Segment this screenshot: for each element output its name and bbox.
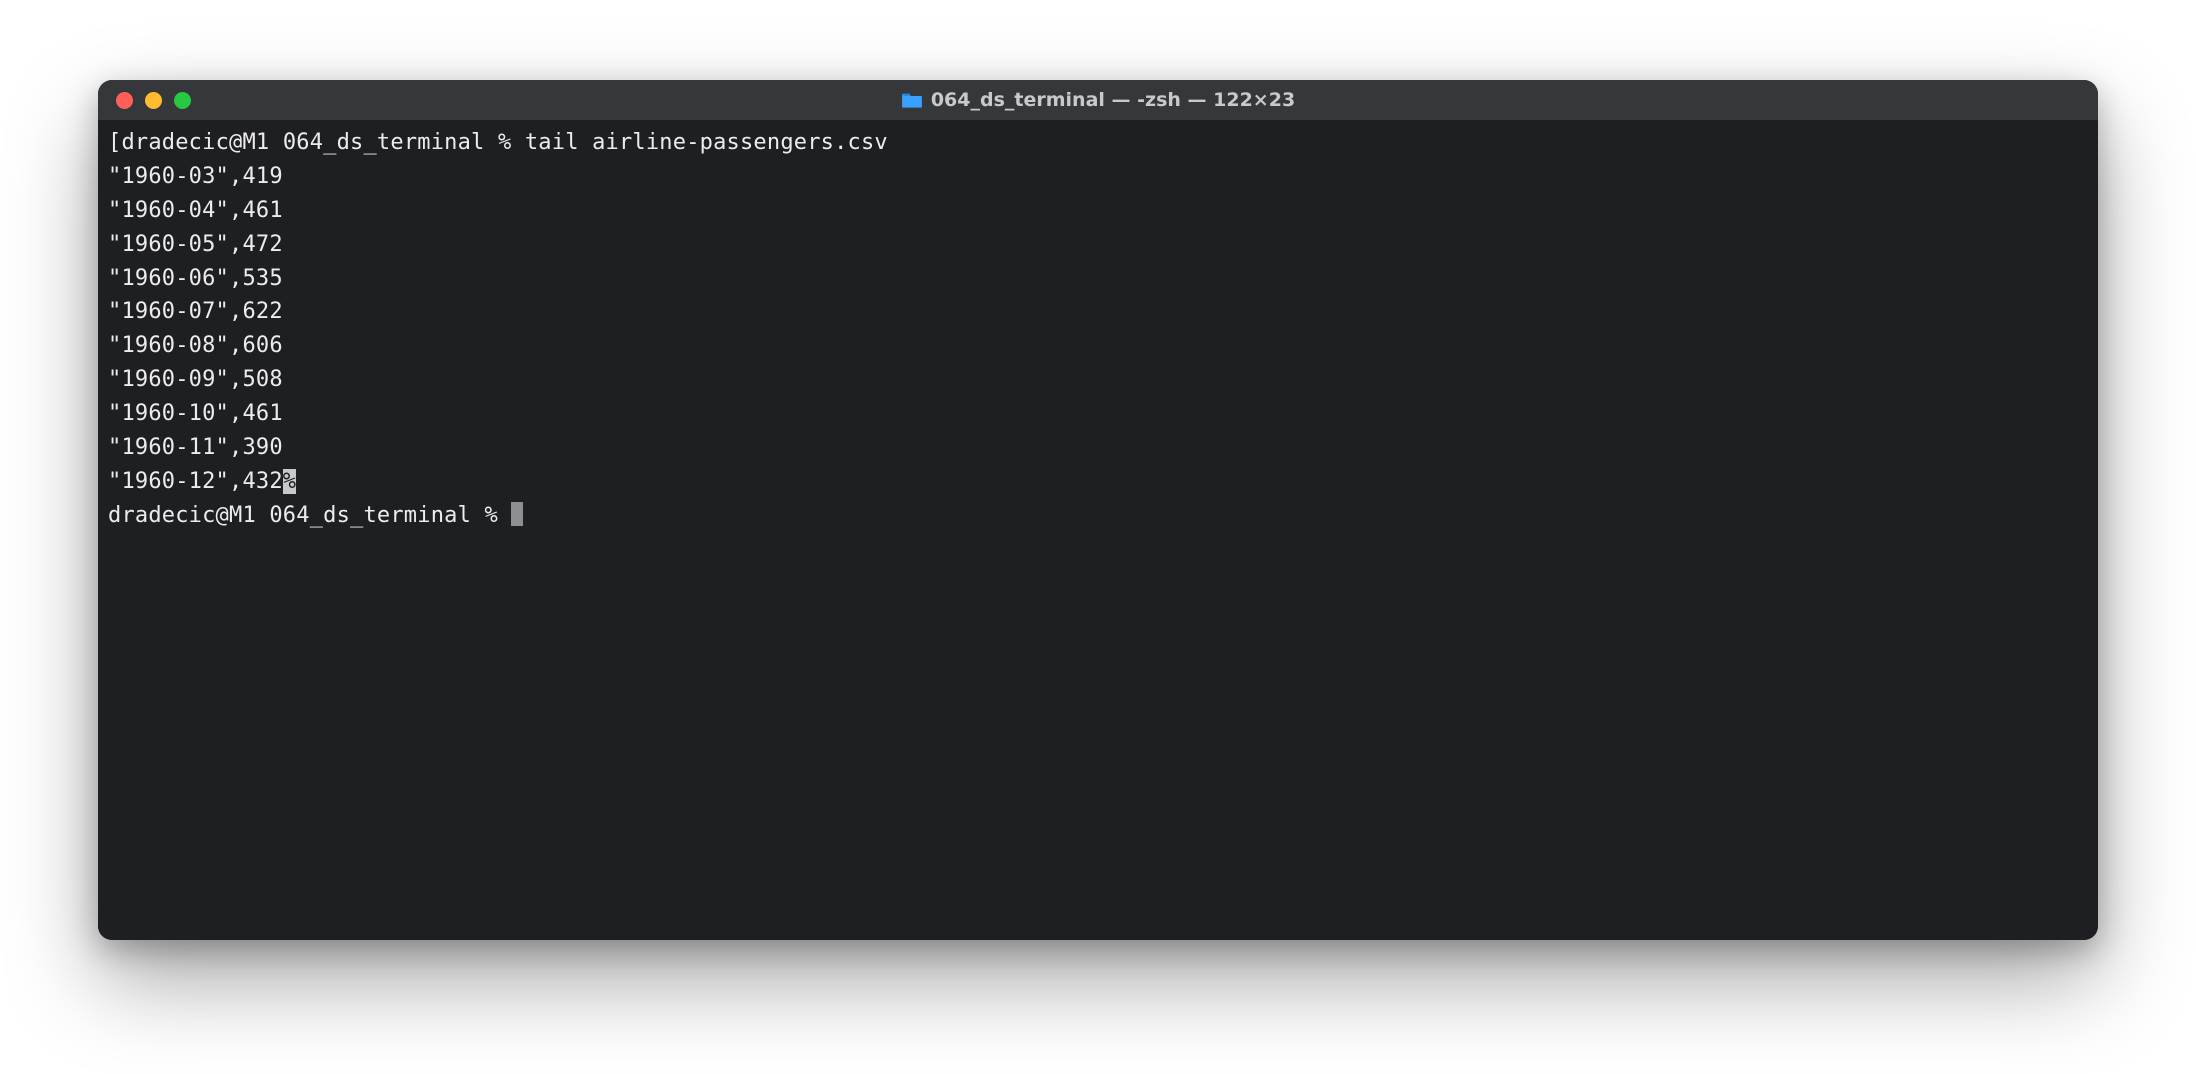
prompt-cwd: 064_ds_terminal <box>269 503 471 528</box>
titlebar[interactable]: 064_ds_terminal — -zsh — 122×23 <box>98 80 2098 120</box>
output-line: "1960-10",461 <box>108 401 283 426</box>
terminal-window: 064_ds_terminal — -zsh — 122×23 [dradeci… <box>98 80 2098 940</box>
output-line: "1960-04",461 <box>108 198 283 223</box>
prompt-symbol: % <box>498 130 511 155</box>
output-line: "1960-11",390 <box>108 435 283 460</box>
prompt-line-1: [dradecic@M1 064_ds_terminal % tail airl… <box>108 130 888 155</box>
output-line: "1960-09",508 <box>108 367 283 392</box>
last-output-text: "1960-12",432 <box>108 469 283 494</box>
command-text: tail airline-passengers.csv <box>525 130 888 155</box>
output-line-last: "1960-12",432% <box>108 469 296 494</box>
output-line: "1960-05",472 <box>108 232 283 257</box>
cursor-icon <box>511 502 523 526</box>
bracket-open: [ <box>108 130 121 155</box>
prompt-user-host: dradecic@M1 <box>121 130 269 155</box>
traffic-lights <box>98 92 191 109</box>
eof-percent-icon: % <box>283 469 296 494</box>
folder-icon <box>901 91 923 109</box>
terminal-body[interactable]: [dradecic@M1 064_ds_terminal % tail airl… <box>98 120 2098 940</box>
window-title-text: 064_ds_terminal — -zsh — 122×23 <box>931 89 1295 111</box>
maximize-button[interactable] <box>174 92 191 109</box>
output-line: "1960-08",606 <box>108 333 283 358</box>
output-line: "1960-06",535 <box>108 266 283 291</box>
prompt-user-host: dradecic@M1 <box>108 503 256 528</box>
output-line: "1960-03",419 <box>108 164 283 189</box>
prompt-symbol: % <box>485 503 498 528</box>
close-button[interactable] <box>116 92 133 109</box>
minimize-button[interactable] <box>145 92 162 109</box>
window-title: 064_ds_terminal — -zsh — 122×23 <box>98 89 2098 111</box>
prompt-line-2: dradecic@M1 064_ds_terminal % <box>108 503 523 528</box>
output-line: "1960-07",622 <box>108 299 283 324</box>
prompt-cwd: 064_ds_terminal <box>283 130 485 155</box>
